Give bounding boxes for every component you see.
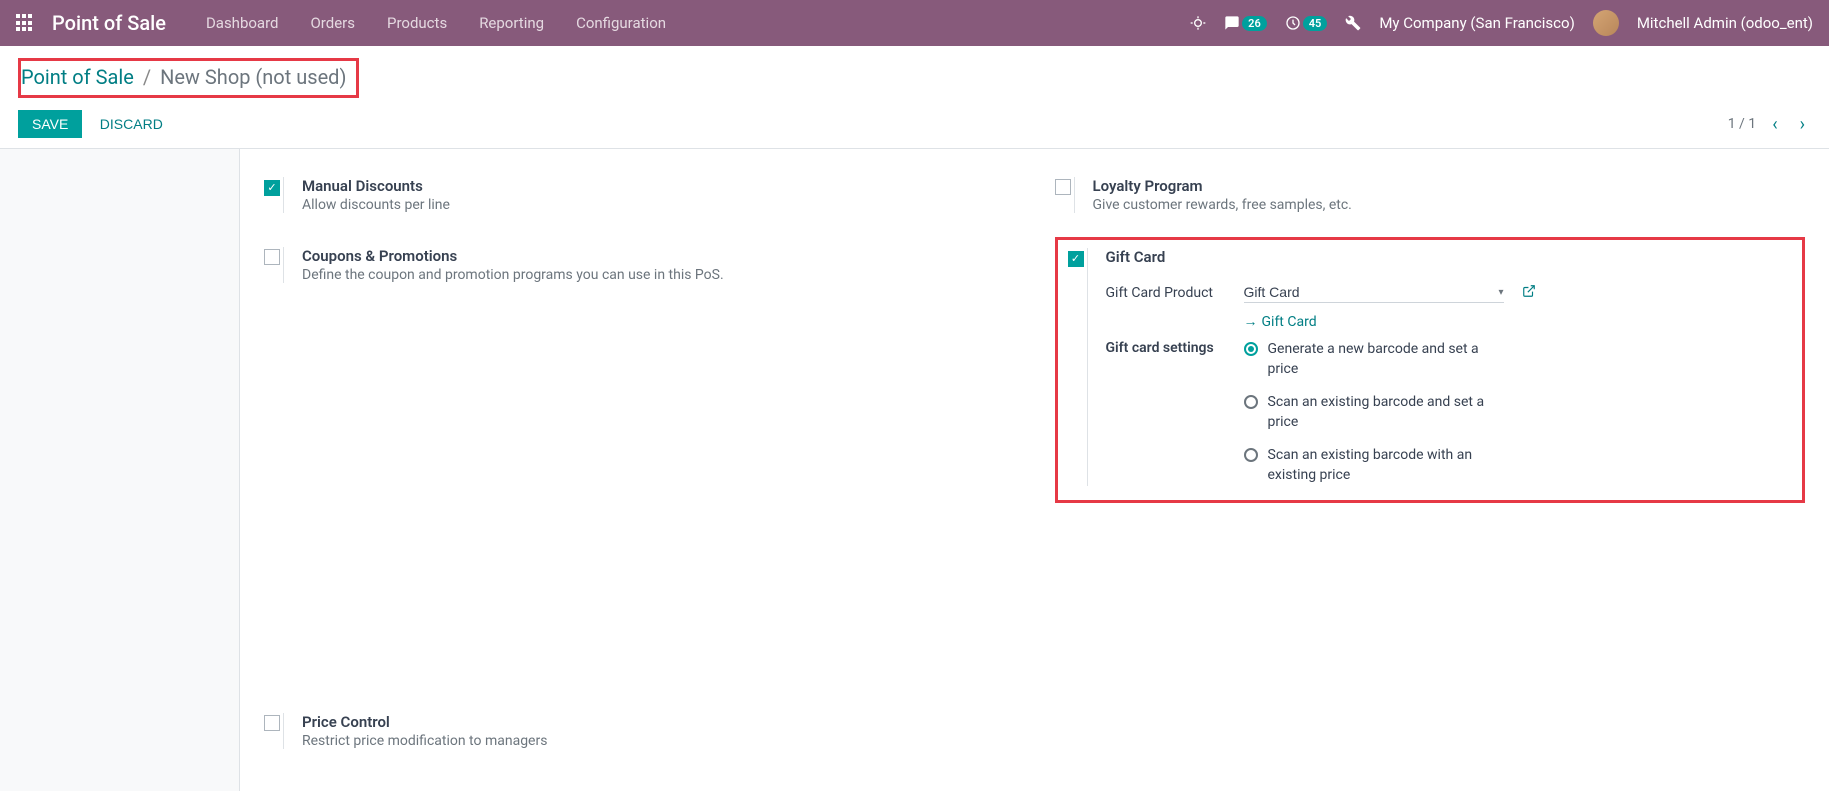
gift-card-settings-radiogroup: Generate a new barcode and set a price S…	[1244, 340, 1504, 486]
setting-loyalty: Loyalty Program Give customer rewards, f…	[1055, 167, 1806, 237]
messages-badge: 26	[1242, 16, 1267, 31]
gift-card-highlight: Gift Card Gift Card Product ▾ →Gift Card	[1055, 237, 1806, 503]
coupons-title: Coupons & Promotions	[302, 247, 1015, 265]
breadcrumb-current: New Shop (not used)	[160, 65, 346, 89]
radio-icon	[1244, 448, 1258, 462]
manual-discounts-checkbox[interactable]	[264, 180, 280, 196]
coupons-desc: Define the coupon and promotion programs…	[302, 267, 1015, 283]
chevron-down-icon[interactable]: ▾	[1498, 287, 1503, 298]
manual-discounts-title: Manual Discounts	[302, 177, 1015, 195]
setting-coupons: Coupons & Promotions Define the coupon a…	[264, 237, 1015, 307]
gift-card-link[interactable]: →Gift Card	[1244, 314, 1317, 330]
pager-prev[interactable]: ‹	[1766, 112, 1783, 137]
pager-text: 1 / 1	[1728, 116, 1756, 132]
nav-dashboard[interactable]: Dashboard	[206, 14, 279, 32]
activities-badge: 45	[1303, 16, 1328, 31]
pager: 1 / 1 ‹ ›	[1728, 112, 1811, 137]
gift-card-title: Gift Card	[1106, 248, 1793, 266]
gift-card-settings-label: Gift card settings	[1106, 340, 1236, 486]
radio-icon	[1244, 395, 1258, 409]
manual-discounts-desc: Allow discounts per line	[302, 197, 1015, 213]
price-control-title: Price Control	[302, 713, 1015, 731]
apps-icon[interactable]	[16, 14, 34, 32]
user-menu[interactable]: Mitchell Admin (odoo_ent)	[1637, 14, 1813, 32]
setting-price-control: Price Control Restrict price modificatio…	[264, 703, 1015, 773]
gift-card-product-label: Gift Card Product	[1106, 285, 1236, 301]
nav-reporting[interactable]: Reporting	[479, 14, 544, 32]
gift-card-option-generate[interactable]: Generate a new barcode and set a price	[1244, 340, 1504, 379]
nav-configuration[interactable]: Configuration	[576, 14, 666, 32]
gift-card-product-field[interactable]: ▾	[1244, 282, 1504, 303]
setting-manual-discounts: Manual Discounts Allow discounts per lin…	[264, 167, 1015, 237]
activities-icon[interactable]: 45	[1285, 15, 1328, 31]
save-button[interactable]: SAVE	[18, 110, 82, 138]
company-selector[interactable]: My Company (San Francisco)	[1379, 14, 1574, 32]
radio-icon	[1244, 342, 1258, 356]
settings-sidebar	[0, 149, 240, 791]
nav-products[interactable]: Products	[387, 14, 447, 32]
loyalty-title: Loyalty Program	[1093, 177, 1806, 195]
gift-card-option-scan-existing-price[interactable]: Scan an existing barcode with an existin…	[1244, 446, 1504, 485]
external-link-icon[interactable]	[1522, 284, 1536, 302]
app-title: Point of Sale	[52, 11, 166, 35]
breadcrumb-root[interactable]: Point of Sale	[21, 65, 134, 89]
gift-card-option-scan-set-price[interactable]: Scan an existing barcode and set a price	[1244, 393, 1504, 432]
top-nav: Dashboard Orders Products Reporting Conf…	[206, 14, 1190, 32]
gift-card-checkbox[interactable]	[1068, 251, 1084, 267]
arrow-right-icon: →	[1244, 314, 1258, 330]
breadcrumb-highlight: Point of Sale / New Shop (not used)	[18, 58, 359, 98]
bug-icon[interactable]	[1190, 15, 1206, 31]
loyalty-checkbox[interactable]	[1055, 179, 1071, 195]
discard-button[interactable]: DISCARD	[100, 116, 163, 132]
pager-next[interactable]: ›	[1794, 112, 1811, 137]
messages-icon[interactable]: 26	[1224, 15, 1267, 31]
price-control-checkbox[interactable]	[264, 715, 280, 731]
price-control-desc: Restrict price modification to managers	[302, 733, 1015, 749]
avatar[interactable]	[1593, 10, 1619, 36]
gift-card-product-input[interactable]	[1244, 282, 1499, 302]
breadcrumb: Point of Sale / New Shop (not used)	[21, 65, 346, 89]
nav-orders[interactable]: Orders	[310, 14, 355, 32]
tools-icon[interactable]	[1345, 15, 1361, 31]
coupons-checkbox[interactable]	[264, 249, 280, 265]
loyalty-desc: Give customer rewards, free samples, etc…	[1093, 197, 1806, 213]
